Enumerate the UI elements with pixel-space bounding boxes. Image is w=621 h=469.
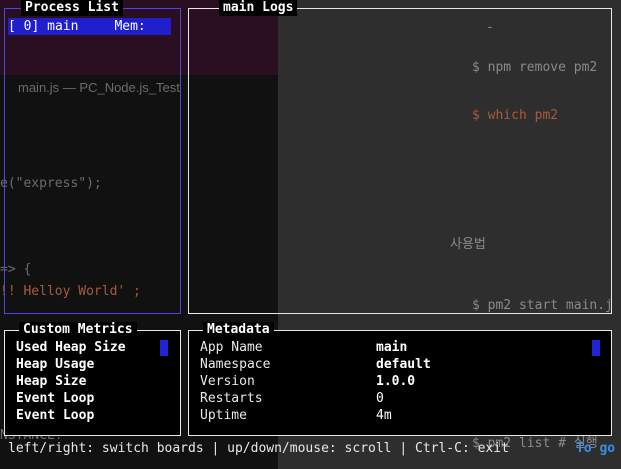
metric-item[interactable]: Used Heap Size [16,339,126,356]
logs-panel[interactable]: main Logs [188,0,612,314]
process-mem-label: Mem: [114,19,146,34]
metadata-title: Metadata [203,322,274,338]
metric-item[interactable]: Event Loop [16,407,94,424]
metadata-value: main [376,340,408,355]
process-list-item[interactable]: [ 0] main Mem: [8,18,171,35]
process-label: [ 0] main [8,19,79,34]
keyboard-help: left/right: switch boards | up/down/mous… [8,441,509,456]
to-go-link[interactable]: To go [576,441,615,456]
metrics-scrollbar[interactable] [160,340,168,356]
metadata-key: Restarts [200,391,263,406]
process-list-title: Process List [21,0,123,16]
custom-metrics-title: Custom Metrics [19,322,137,338]
metric-item[interactable]: Heap Usage [16,356,94,373]
metric-item[interactable]: Heap Size [16,373,86,390]
metadata-key: App Name [200,340,263,355]
metadata-key: Namespace [200,357,271,372]
process-list-panel[interactable]: Process List [ 0] main Mem: [4,0,181,314]
metadata-scrollbar[interactable] [592,340,600,356]
metadata-value: default [376,357,431,372]
metadata-value: 4m [376,408,392,423]
metadata-key: Version [200,374,255,389]
metadata-value: 0 [376,391,384,406]
metadata-value: 1.0.0 [376,374,416,389]
metadata-key: Uptime [200,408,247,423]
metric-item[interactable]: Event Loop [16,390,94,407]
logs-title: main Logs [219,0,298,16]
